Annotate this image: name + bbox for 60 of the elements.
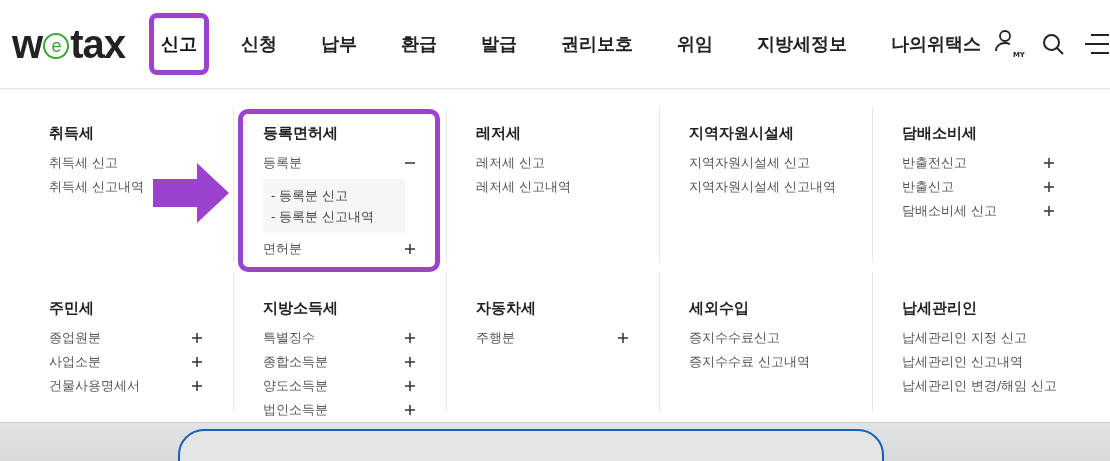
menu-category-title: 지역자원시설세 (689, 124, 795, 143)
nav-tab[interactable]: 납부 (308, 13, 369, 75)
nav-tab[interactable]: 환급 (388, 13, 449, 75)
menu-link[interactable]: 납세관리인 신고내역 (902, 350, 1023, 374)
plus-icon[interactable] (192, 357, 202, 367)
menu-group-toggle[interactable]: 반출전신고 (902, 151, 967, 175)
menu-link[interactable]: 납세관리인 지정 신고 (902, 326, 1027, 350)
menu-group-toggle[interactable]: 종합소득분 (263, 350, 328, 374)
menu-category-title: 납세관리인 (902, 299, 978, 318)
menu-category-title: 취득세 (49, 124, 95, 143)
menu-group-toggle[interactable]: 사업소분 (49, 350, 101, 374)
nav-tab[interactable]: 신청 (228, 13, 289, 75)
menu-category-title: 자동차세 (476, 299, 537, 318)
menu-group-toggle[interactable]: 주행분 (476, 326, 515, 350)
menu-group-toggle[interactable]: 건물사용명세서 (49, 374, 140, 398)
search-icon[interactable] (1040, 32, 1065, 56)
menu-group-toggle[interactable]: 양도소득분 (263, 374, 328, 398)
menu-link[interactable]: 증지수수료신고 (689, 326, 780, 350)
menu-category-title: 주민세 (49, 299, 95, 318)
menu-category-title: 세외수입 (689, 299, 750, 318)
menu-group-toggle[interactable]: 특별징수 (263, 326, 315, 350)
plus-icon[interactable] (405, 357, 415, 367)
menu-group-toggle[interactable]: 등록분 (263, 151, 302, 175)
plus-icon[interactable] (405, 244, 415, 254)
menu-group-toggle[interactable]: 담배소비세 신고 (902, 199, 997, 223)
menu-link[interactable]: 증지수수료 신고내역 (689, 350, 810, 374)
menu-link[interactable]: 지역자원시설세 신고내역 (689, 175, 836, 199)
menu-group-toggle[interactable]: 법인소득분 (263, 398, 328, 422)
plus-icon[interactable] (192, 333, 202, 343)
menu-group-toggle[interactable]: 면허분 (263, 237, 302, 261)
plus-icon[interactable] (1044, 182, 1054, 192)
menu-link[interactable]: 납세관리인 변경/해임 신고 (902, 374, 1058, 398)
nav-tab[interactable]: 지방세정보 (744, 13, 859, 75)
plus-icon[interactable] (192, 381, 202, 391)
plus-icon[interactable] (618, 333, 628, 343)
plus-icon[interactable] (405, 333, 415, 343)
plus-icon[interactable] (405, 381, 415, 391)
menu-link[interactable]: 레저세 신고내역 (476, 175, 571, 199)
nav-tab[interactable]: 위임 (664, 13, 725, 75)
nav-tab[interactable]: 나의위택스 (878, 13, 993, 75)
menu-category-title: 레저세 (476, 124, 522, 143)
nav-tab[interactable]: 신고 (148, 13, 209, 75)
menu-link[interactable]: 취득세 신고 (49, 151, 118, 175)
nav-tab[interactable]: 발급 (468, 13, 529, 75)
plus-icon[interactable] (1044, 206, 1054, 216)
menu-category-title: 지방소득세 (263, 299, 339, 318)
menu-group-toggle[interactable]: 종업원분 (49, 326, 101, 350)
submenu-link[interactable]: - 등록분 신고내역 (271, 206, 375, 227)
menu-link[interactable]: 레저세 신고 (476, 151, 545, 175)
submenu-link[interactable]: - 등록분 신고 (271, 185, 349, 206)
menu-category-title: 담배소비세 (902, 124, 978, 143)
wetax-logo[interactable]: w e tax (12, 21, 125, 67)
menu-link[interactable]: 지역자원시설세 신고 (689, 151, 810, 175)
nav-tab[interactable]: 권리보호 (548, 13, 645, 75)
menu-category-title: 등록면허세 (263, 124, 339, 143)
menu-link[interactable]: 취득세 신고내역 (49, 175, 144, 199)
plus-icon[interactable] (405, 405, 415, 415)
menu-group-toggle[interactable]: 반출신고 (902, 175, 954, 199)
menu-icon[interactable] (1084, 33, 1109, 55)
plus-icon[interactable] (1044, 158, 1054, 168)
